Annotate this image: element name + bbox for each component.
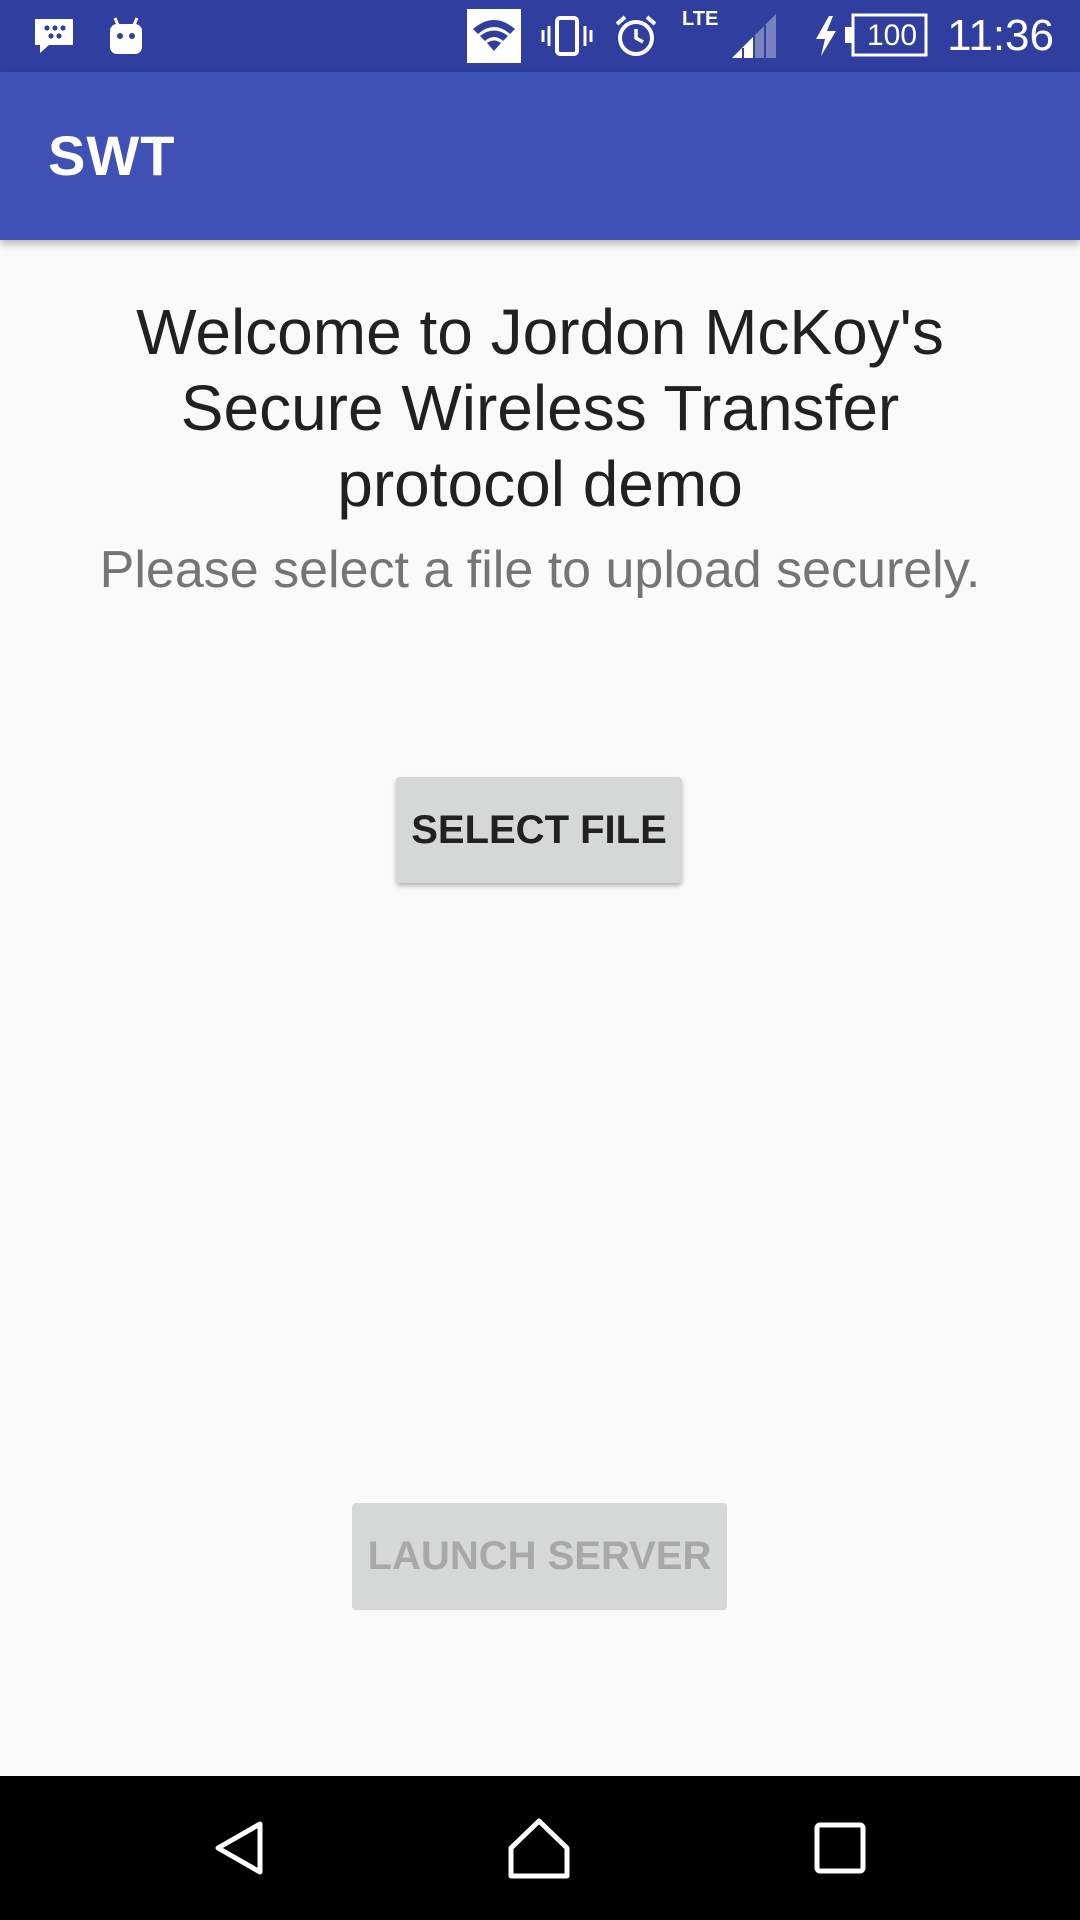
- clock-time: 11:36: [947, 11, 1054, 60]
- recents-icon[interactable]: [804, 1812, 876, 1884]
- battery-icon: 100: [844, 12, 928, 60]
- charging-icon: [812, 12, 840, 60]
- lte-icon: LTE: [682, 8, 719, 30]
- navigation-bar: [0, 1776, 1080, 1920]
- android-notification-icon: [104, 12, 148, 60]
- select-file-button[interactable]: SELECT FILE: [396, 777, 682, 883]
- wifi-icon: [467, 9, 521, 63]
- signal-icon: [728, 12, 780, 60]
- app-title: SWT: [48, 124, 176, 187]
- app-screen: LTE 100 11:36 SWT Welcome to Jordon McKo…: [0, 0, 1080, 1920]
- upload-instruction: Please select a file to upload securely.: [99, 541, 981, 599]
- home-icon[interactable]: [503, 1812, 575, 1884]
- back-icon[interactable]: [204, 1812, 276, 1884]
- welcome-heading: Welcome to Jordon McKoy's Secure Wireles…: [136, 296, 944, 520]
- alarm-icon: [612, 12, 660, 60]
- status-bar: LTE 100 11:36: [0, 0, 1080, 72]
- launch-server-button[interactable]: LAUNCH SERVER: [352, 1503, 727, 1610]
- app-bar: SWT: [0, 72, 1080, 240]
- bbm-icon: [30, 12, 78, 60]
- battery-level: 100: [866, 19, 918, 52]
- vibrate-icon: [538, 12, 596, 60]
